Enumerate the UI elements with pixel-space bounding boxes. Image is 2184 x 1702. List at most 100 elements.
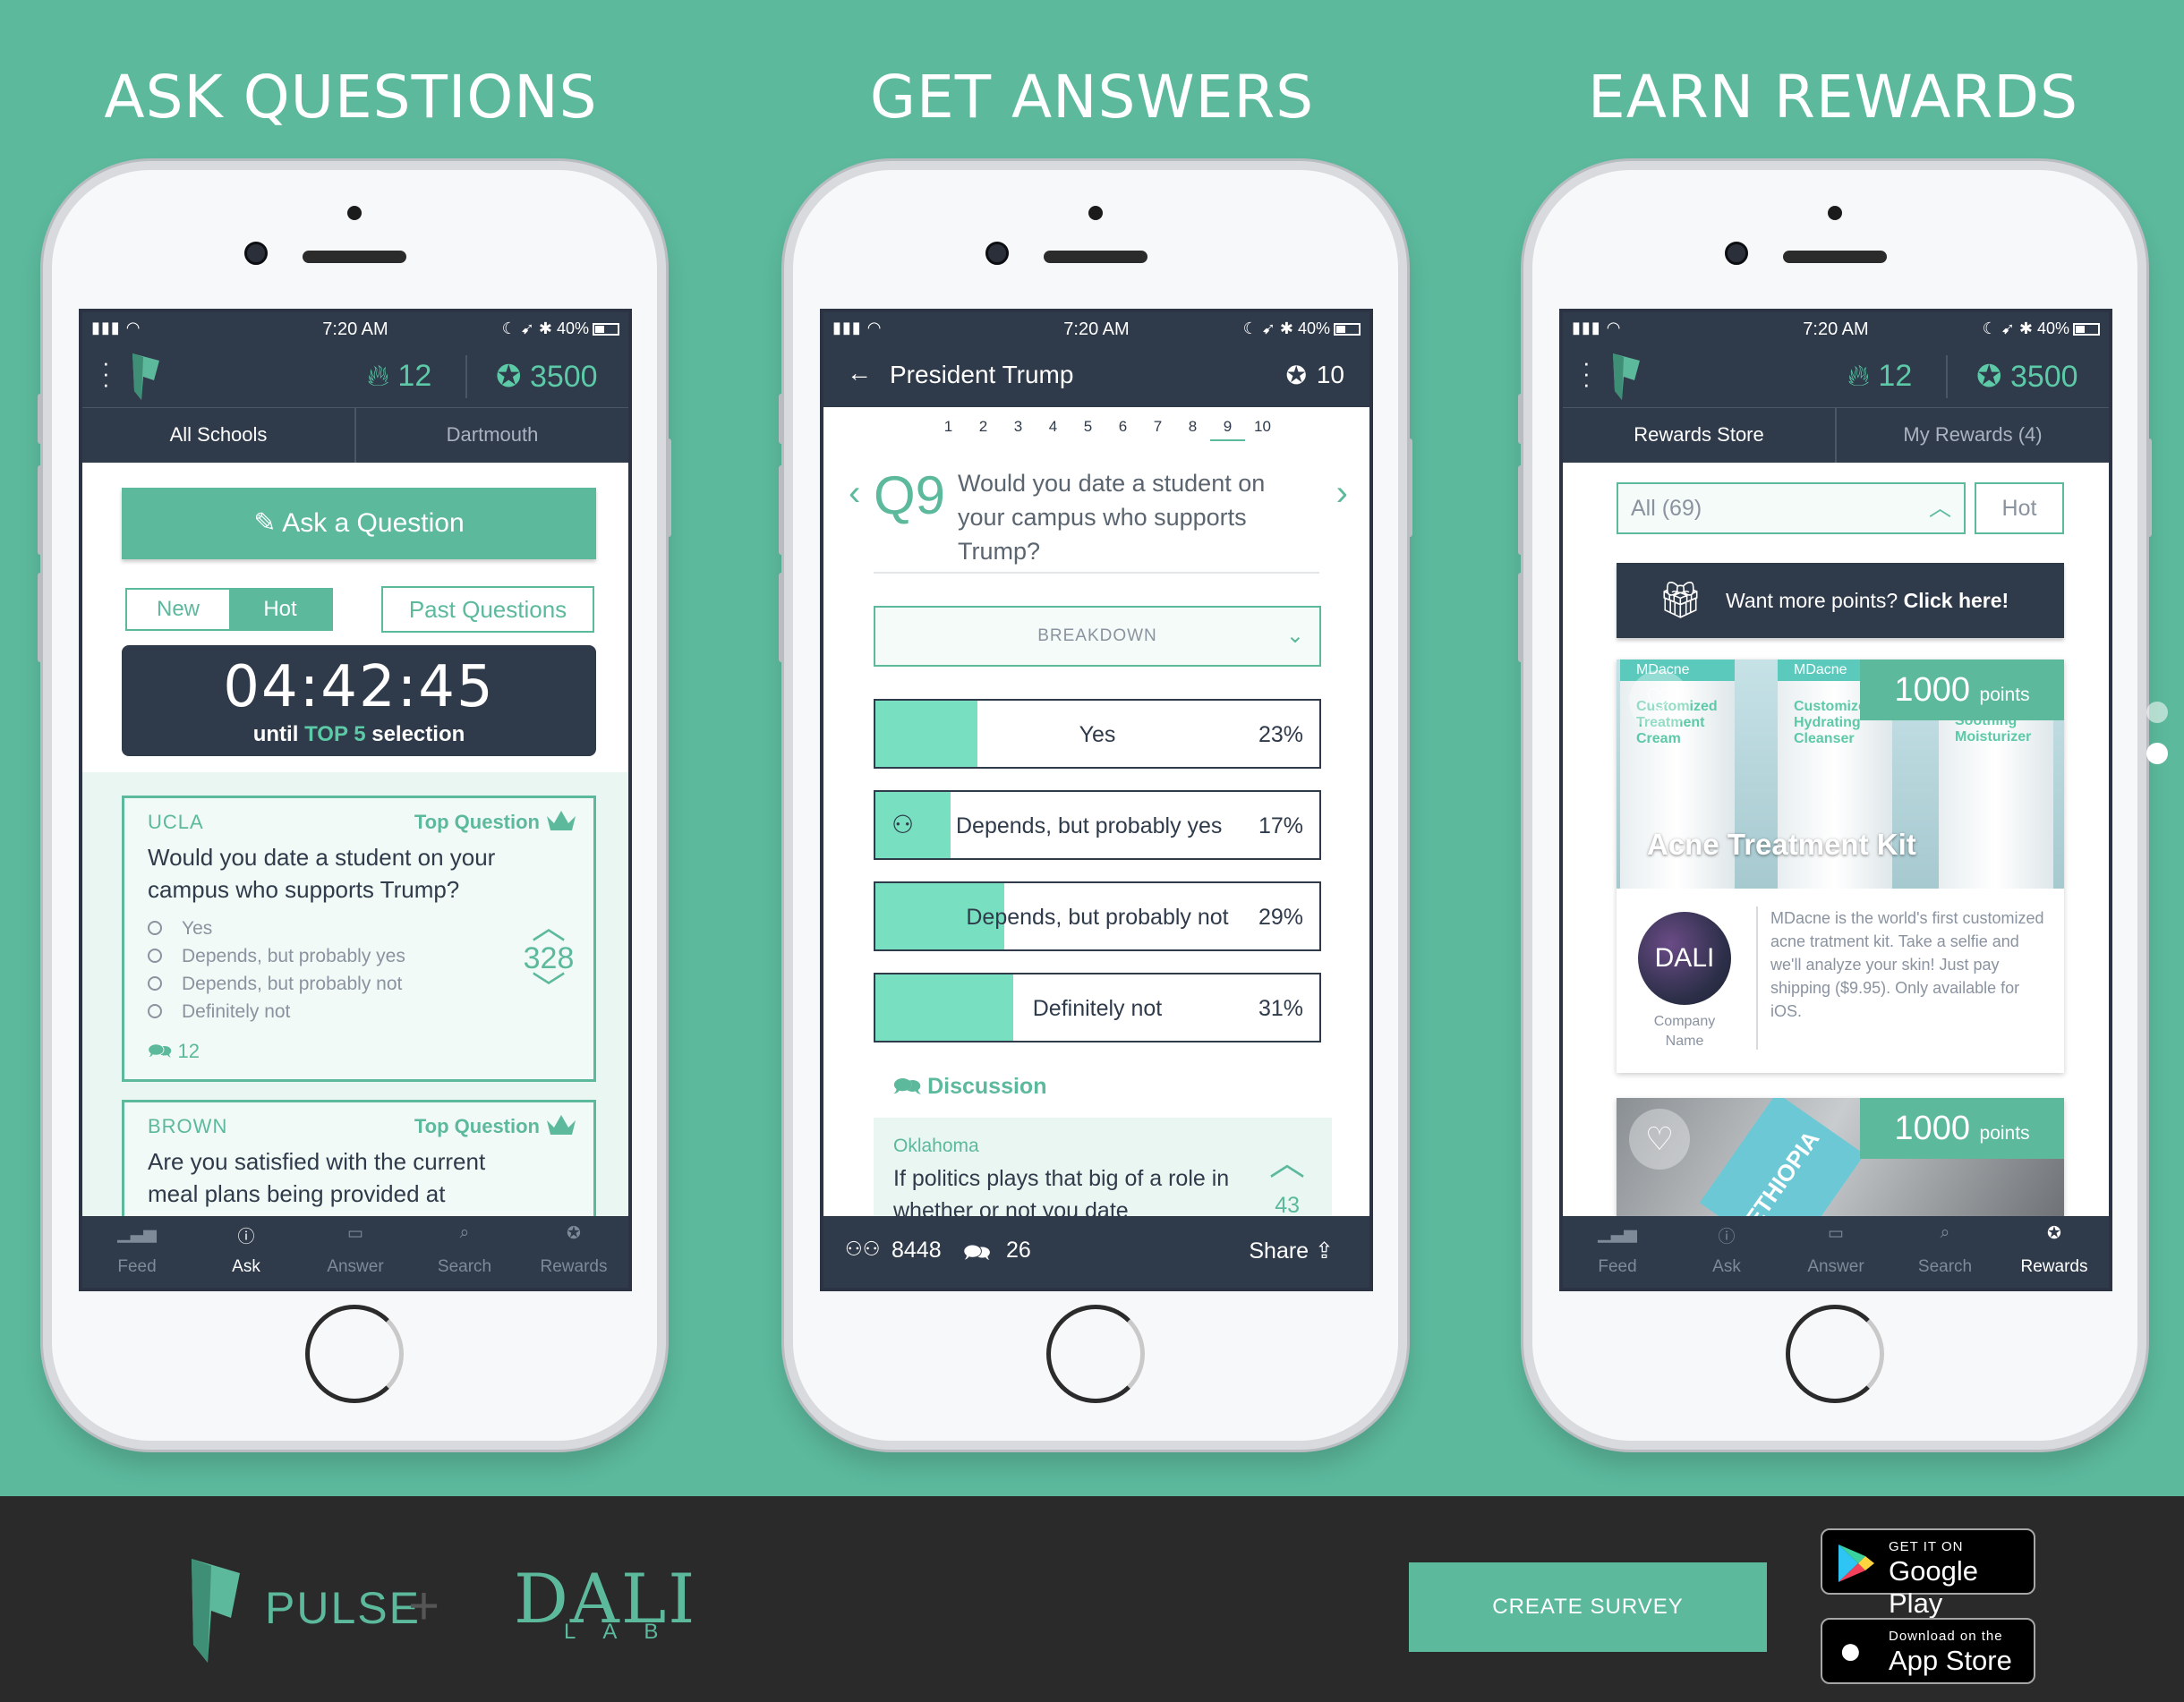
pager-number[interactable]: 4 — [1036, 418, 1071, 441]
phone-ask: ▮▮▮ ◠ 7:20 AM ☾ ➹ ✱ 40% · · · 🔥︎ 12 ✪ 3500… — [38, 161, 671, 1450]
ask-question-button[interactable]: ✎ Ask a Question — [122, 488, 596, 559]
comment-count: 12 — [177, 1040, 200, 1062]
downvote-icon[interactable]: ﹀ — [522, 973, 576, 1007]
nav-ask[interactable]: ⓘ Ask — [1672, 1216, 1781, 1288]
heart-icon[interactable]: ♡ — [1629, 1109, 1690, 1170]
nav-answer[interactable]: ▭ Answer — [1781, 1216, 1890, 1288]
pencil-icon: ✎ — [253, 508, 277, 538]
pager-number-current[interactable]: 9 — [1210, 418, 1245, 441]
comments-icon: 🗪︎ — [963, 1240, 992, 1265]
create-survey-button[interactable]: CREATE SURVEY — [1409, 1562, 1767, 1652]
sort-hot-button[interactable]: Hot — [229, 590, 331, 629]
tab-rewards-store[interactable]: Rewards Store — [1563, 407, 1835, 463]
pager-number[interactable]: 7 — [1140, 418, 1175, 441]
battery-icon — [1334, 323, 1361, 336]
lab-wordmark: LAB — [564, 1620, 686, 1644]
pager-number[interactable]: 8 — [1175, 418, 1210, 441]
google-play-badge[interactable]: GET IT ON Google Play — [1821, 1528, 2035, 1619]
reward-card[interactable]: MDacne Customized Treatment Cream MDacne C… — [1617, 660, 2064, 1073]
moon-icon: ☾ ➹ ✱ — [501, 319, 552, 337]
tab-all-schools[interactable]: All Schools — [82, 407, 354, 463]
reward-title: Acne Treatment Kit — [1647, 828, 1916, 861]
home-button[interactable] — [305, 1305, 404, 1403]
moon-icon: ☾ ➹ ✱ — [1242, 319, 1293, 337]
vote-widget: ︿ 328 ﹀ — [522, 911, 576, 1007]
rewards-screen: ▮▮▮ ◠ 7:20 AM ☾ ➹ ✱ 40% · · · 🔥︎ 12 ✪ 3500… — [1559, 309, 2112, 1291]
option-item[interactable]: Definitely not — [148, 998, 570, 1025]
nav-answer[interactable]: ▭ Answer — [301, 1216, 410, 1288]
breakdown-dropdown[interactable]: BREAKDOWN ⌄ — [874, 606, 1321, 667]
result-bar[interactable]: Definitely not 31% — [874, 973, 1321, 1042]
sort-new-button[interactable]: New — [127, 590, 229, 629]
flame-icon: 🔥︎ — [1847, 359, 1870, 393]
menu-dots-icon[interactable]: · · · — [1583, 351, 1591, 396]
pulse-logo-icon — [1613, 353, 1640, 400]
countdown-timer: 04:42:45 until TOP 5 selection — [122, 645, 596, 756]
streak-count: 12 — [397, 359, 432, 393]
pager-number[interactable]: 2 — [966, 418, 1001, 441]
category-select[interactable]: All (69) ︿ — [1617, 482, 1966, 534]
pager-number[interactable]: 6 — [1105, 418, 1140, 441]
crown-icon — [547, 811, 576, 830]
prev-chevron-icon[interactable]: ‹ — [849, 473, 860, 514]
participant-count: 8448 — [892, 1238, 942, 1263]
rewards-tabs: Rewards Store My Rewards (4) — [1563, 407, 2109, 463]
message-icon: ▭ — [347, 1224, 363, 1243]
nav-rewards[interactable]: ✪ Rewards — [2000, 1216, 2109, 1288]
points-badge: 1000 points — [1860, 660, 2064, 720]
comment-location: Oklahoma — [893, 1136, 979, 1156]
upvote-icon[interactable]: ︿ — [522, 911, 576, 945]
pager-number[interactable]: 1 — [931, 418, 966, 441]
tab-my-rewards[interactable]: My Rewards (4) — [1835, 407, 2109, 463]
past-questions-button[interactable]: Past Questions — [381, 586, 594, 633]
sort-toggle: New Hot — [125, 588, 333, 631]
heart-icon[interactable]: ♡ — [1629, 670, 1690, 731]
home-button[interactable] — [1786, 1305, 1884, 1403]
pager-number[interactable]: 5 — [1071, 418, 1105, 441]
pager-number[interactable]: 3 — [1001, 418, 1036, 441]
option-item[interactable]: Depends, but probably yes — [148, 942, 570, 970]
result-bar[interactable]: ⚇ Depends, but probably yes 17% — [874, 790, 1321, 860]
app-store-badge[interactable]: ● Download on the App Store — [1821, 1618, 2035, 1684]
hot-filter-button[interactable]: Hot — [1975, 482, 2064, 534]
nav-search[interactable]: ⌕ Search — [1890, 1216, 2000, 1288]
next-chevron-icon[interactable]: › — [1336, 473, 1348, 514]
pager-number[interactable]: 10 — [1245, 418, 1280, 441]
question-card[interactable]: UCLA Top Question Would you date a stude… — [122, 796, 596, 1082]
nav-feed[interactable]: ▁▃▅ Feed — [82, 1216, 192, 1288]
carousel-dot-active[interactable] — [2146, 743, 2168, 764]
home-button[interactable] — [1046, 1305, 1145, 1403]
nav-ask[interactable]: ⓘ Ask — [192, 1216, 301, 1288]
nav-search[interactable]: ⌕ Search — [410, 1216, 519, 1288]
upvote-icon[interactable]: ︿ — [1269, 1134, 1305, 1186]
result-bar[interactable]: Yes 23% — [874, 699, 1321, 769]
award-icon: ✪ — [567, 1224, 581, 1243]
nav-rewards[interactable]: ✪ Rewards — [519, 1216, 628, 1288]
option-item[interactable]: Yes — [148, 915, 570, 942]
chevron-down-icon: ⌄ — [1285, 624, 1305, 648]
want-more-points-banner[interactable]: 🎁︎ Want more points? Click here! — [1617, 563, 2064, 638]
bottom-nav: ▁▃▅ Feed ⓘ Ask ▭ Answer ⌕ Search ✪ Rewards — [82, 1216, 628, 1288]
menu-dots-icon[interactable]: · · · — [102, 351, 110, 396]
question-count: 10 — [1316, 361, 1344, 388]
school-tabs: All Schools Dartmouth — [82, 407, 628, 463]
question-number: Q9 — [874, 465, 946, 525]
result-bar[interactable]: Depends, but probably not 29% — [874, 881, 1321, 951]
reward-card[interactable]: ETHIOPIA ♡ 1000 points — [1617, 1098, 2064, 1232]
pulse-logo-icon — [192, 1559, 240, 1663]
app-header: · · · 🔥︎ 12 ✪ 3500 — [1563, 345, 2109, 407]
share-button[interactable]: Share ⇪ — [1249, 1238, 1334, 1264]
carousel-dot[interactable] — [2146, 702, 2168, 723]
nav-feed[interactable]: ▁▃▅ Feed — [1563, 1216, 1672, 1288]
status-bar: ▮▮▮ ◠ 7:20 AM ☾ ➹ ✱ 40% — [823, 312, 1369, 345]
comments-icon: 🗪︎ — [893, 1074, 922, 1099]
card-question: Are you satisfied with the current meal … — [148, 1148, 486, 1207]
flame-icon: 🔥︎ — [367, 359, 389, 393]
apple-icon: ● — [1838, 1629, 1863, 1672]
option-item[interactable]: Depends, but probably not — [148, 970, 570, 998]
result-percent: 29% — [1258, 905, 1303, 930]
award-icon: ✪ — [1976, 360, 2002, 394]
comment-total: 26 — [1006, 1238, 1031, 1263]
tab-dartmouth[interactable]: Dartmouth — [354, 407, 628, 463]
back-arrow-icon[interactable]: ← — [847, 359, 872, 387]
